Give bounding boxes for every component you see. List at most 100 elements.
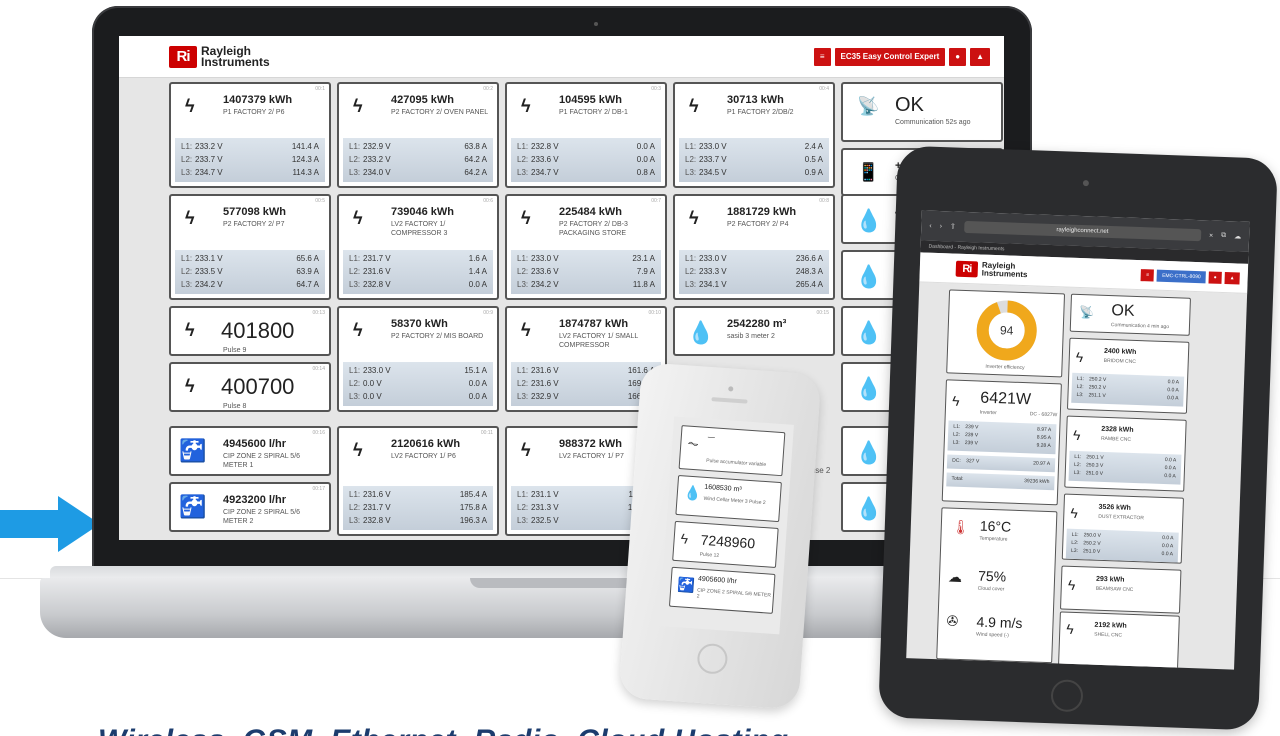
phase-row: L2: 233.5 V 63.9 A <box>181 265 319 278</box>
close-tab-icon[interactable]: × <box>1209 232 1213 239</box>
phone-home-button[interactable] <box>696 642 729 675</box>
lightning-icon: ϟ <box>1072 426 1081 444</box>
user-button[interactable]: ▲ <box>1224 271 1240 285</box>
water-drop-icon: 💧 <box>683 484 702 502</box>
gauge-chart: 94 <box>976 300 1037 361</box>
lightning-icon: ϟ <box>951 392 960 409</box>
phase-current: 9.28 A <box>1036 442 1051 450</box>
address-bar[interactable]: rayleighconnect.net <box>963 220 1202 242</box>
phase-voltage: 251.0 V <box>1082 548 1101 555</box>
meter-tile[interactable]: 🚰 4923200 l/hr CIP ZONE 2 SPIRAL 5/6 METER… <box>169 482 331 532</box>
cloud-icon[interactable]: ☁ <box>1234 232 1241 240</box>
meter-tile[interactable]: ϟ 427095 kWh P2 FACTORY 2/ OVEN PANEL 00:2 L… <box>337 82 499 188</box>
meter-tile[interactable]: ϟ 401800 Pulse 9 00:13 <box>169 306 331 356</box>
view-button[interactable]: ● <box>949 47 967 66</box>
view-button[interactable]: ● <box>1208 270 1222 284</box>
phone-tile-water[interactable]: 💧 1608530 m³ Wind Cellar Meter 3 Pulse 2 <box>675 474 782 523</box>
meter-tile[interactable]: ϟ 104595 kWh P1 FACTORY 2/ DB-1 00:3 L1: 232.… <box>505 82 667 188</box>
status-tile[interactable]: 📡 OK Communication 4 min ago <box>1069 293 1191 336</box>
phase-current: 7.9 A <box>636 267 655 276</box>
phase-label: L2: <box>685 267 697 276</box>
meter-value: 739046 kWh <box>391 206 454 218</box>
meter-tile[interactable]: ϟ 293 kWh BEAMSAW CNC <box>1060 565 1182 614</box>
phase-voltage: 233.0 V <box>699 142 727 151</box>
device-selector-button[interactable]: EMC-CTRL-8090 <box>1156 269 1206 283</box>
meter-name: LV2 FACTORY 1/ SMALL COMPRESSOR <box>559 333 638 349</box>
phase-label: L2: <box>349 267 361 276</box>
tablet: ‹ › ⇧ rayleighconnect.net × ⧉ ☁ Dashboar… <box>878 145 1278 731</box>
user-button[interactable]: ▲ <box>970 47 990 66</box>
meter-tile[interactable]: ϟ 2328 kWh RAMBE CNC L1: 250.1 V 0.0 A L2: 250.… <box>1064 415 1187 492</box>
meter-name: Pulse 9 <box>223 347 247 354</box>
tablet-home-button[interactable] <box>1050 679 1084 713</box>
meter-tile[interactable]: ϟ 1407379 kWh P1 FACTORY 2/ P6 00:1 L1: 233.2… <box>169 82 331 188</box>
meter-tile[interactable]: 📡 OK Communication 52s ago <box>841 82 1003 142</box>
phase-voltage: 251.1 V <box>1088 392 1106 399</box>
phase-readings: L1: 233.0 V 15.1 A L2: 0.0 V 0.0 A L3: 0.0 V 0.0… <box>343 362 493 406</box>
meter-tile[interactable]: ϟ 2400 kWh BRIDOM CNC L1: 250.2 V 0.0 A L2: 250… <box>1066 337 1190 414</box>
phase-voltage: 234.5 V <box>699 168 727 177</box>
cloud-icon: ☁ <box>947 568 963 586</box>
phase-current: 175.8 A <box>459 503 487 512</box>
meter-tile[interactable]: ϟ 3526 kWh DUST EXTRACTOR L1: 250.0 V 0.0 A L2… <box>1061 493 1184 564</box>
power-phases: L1: 239 V 8.97 A L2: 239 V 8.95 A L3: 239 V 9.28… <box>947 420 1057 455</box>
bottom-kwh-tile[interactable]: ϟ 2192 kWh SHELL CNC <box>1057 611 1180 670</box>
phone-tile-pulse[interactable]: ⏦ — Pulse accumulator variable <box>678 425 786 477</box>
menu-button[interactable]: ≡ <box>813 47 831 66</box>
phase-row: L3: 0.0 V 0.0 A <box>349 390 487 403</box>
phase-label: L3: <box>1073 469 1081 477</box>
phase-voltage: 233.6 V <box>531 267 559 276</box>
brand-logo[interactable]: Ri Rayleigh Instruments <box>169 45 270 69</box>
meter-tile[interactable]: ϟ 225484 kWh P2 FACTORY 2/ DB-3 PACKAGING … <box>505 194 667 300</box>
menu-button[interactable]: ≡ <box>1141 268 1155 282</box>
tabs-icon[interactable]: ⧉ <box>1221 232 1226 240</box>
phase-row: L1: 232.8 V 0.0 A <box>517 140 655 153</box>
header-buttons: ≡ EC35 Easy Control Expert ● ▲ <box>813 47 990 66</box>
phase-voltage: 232.8 V <box>531 142 559 151</box>
logo-text: Rayleigh Instruments <box>201 45 270 69</box>
phase-current: 64.7 A <box>296 280 319 289</box>
logo-line-2: Instruments <box>201 54 270 69</box>
lightning-icon: ϟ <box>689 208 699 228</box>
tile-value: 4905600 l/hr <box>697 575 738 586</box>
meter-tile[interactable]: ϟ 2120616 kWh LV2 FACTORY 1/ P6 00:11 L1: 231… <box>337 426 499 536</box>
phone-tile-pulse-12[interactable]: ϟ 7248960 Pulse 12 <box>672 520 779 568</box>
meter-value: 427095 kWh <box>391 94 454 106</box>
phone-tile-flow[interactable]: 🚰 4905600 l/hr CIP ZONE 2 SPIRAL 5/6 MET… <box>668 566 776 614</box>
laptop-notch <box>470 578 650 588</box>
weather-tile[interactable]: 🌡 16°C Temperature ☁ 75% Cloud cover ✇ 4… <box>936 507 1058 664</box>
meter-tile[interactable]: ϟ 400700 Pulse 8 00:14 <box>169 362 331 412</box>
phase-voltage: 234.0 V <box>363 168 391 177</box>
forward-icon[interactable]: › <box>940 223 943 230</box>
share-icon[interactable]: ⇧ <box>950 222 956 230</box>
phase-label: L2: <box>181 155 193 164</box>
meter-tile[interactable]: ϟ 577098 kWh P2 FACTORY 2/ P7 00:5 L1: 233.1 … <box>169 194 331 300</box>
phase-label: L3: <box>181 168 193 177</box>
brand-logo[interactable]: Ri Rayleigh Instruments <box>955 260 1028 279</box>
meter-tile[interactable]: ϟ 30713 kWh P1 FACTORY 2/DB/2 00:4 L1: 233.0 … <box>673 82 835 188</box>
gauge-tile[interactable]: 94 Inverter efficiency <box>946 289 1066 378</box>
phase-voltage: 233.0 V <box>531 254 559 263</box>
meter-tile[interactable]: ϟ 1881729 kWh P2 FACTORY 2/ P4 00:8 L1: 233.0… <box>673 194 835 300</box>
phase-row: L1: 233.0 V 2.4 A <box>685 140 823 153</box>
lightning-icon: ϟ <box>521 320 531 340</box>
tablet-screen: ‹ › ⇧ rayleighconnect.net × ⧉ ☁ Dashboar… <box>906 210 1250 670</box>
meter-id: 00:10 <box>648 310 661 316</box>
water-drop-icon: 💧 <box>855 440 883 465</box>
lightning-icon: ϟ <box>353 320 363 340</box>
phase-row: L3: 234.2 V 11.8 A <box>517 278 655 291</box>
meter-tile[interactable]: ϟ 58370 kWh P2 FACTORY 2/ MIS BOARD 00:9 L1:… <box>337 306 499 412</box>
back-icon[interactable]: ‹ <box>929 222 932 229</box>
meter-tile[interactable]: ϟ 739046 kWh LV2 FACTORY 1/ COMPRESSOR 3 00… <box>337 194 499 300</box>
phase-voltage: 0.0 V <box>363 392 382 401</box>
power-tile[interactable]: ϟ 6421W Inverter DC - 6827W L1: 239 V 8.97… <box>941 379 1062 506</box>
phase-label: L3: <box>349 280 361 289</box>
meter-tile[interactable]: 💧 2542280 m³ sasib 3 meter 2 00:15 <box>673 306 835 356</box>
kwh-name: DUST EXTRACTOR <box>1098 513 1144 522</box>
phase-label: L3: <box>517 168 529 177</box>
device-selector-button[interactable]: EC35 Easy Control Expert <box>834 47 946 66</box>
phase-current: 0.5 A <box>804 155 823 164</box>
phase-voltage: 231.6 V <box>531 379 559 388</box>
phase-row: L1: 231.6 V 185.4 A <box>349 488 487 501</box>
meter-tile[interactable]: 🚰 4945600 l/hr CIP ZONE 2 SPIRAL 5/6 METER… <box>169 426 331 476</box>
